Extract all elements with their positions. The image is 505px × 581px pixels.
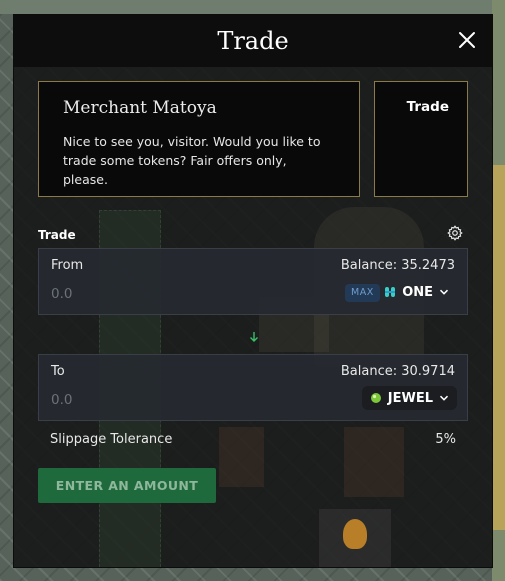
world-path-strip: [0, 0, 505, 14]
world-right-edge: [492, 0, 505, 581]
scene-barrel-left: [219, 427, 264, 487]
chevron-down-icon: [439, 287, 449, 297]
modal-title: Trade: [217, 27, 289, 55]
merchant-name: Merchant Matoya: [63, 98, 217, 118]
settings-button[interactable]: [446, 224, 464, 242]
chevron-down-icon: [439, 393, 449, 403]
to-amount-input[interactable]: [51, 389, 251, 411]
close-button[interactable]: [454, 27, 480, 53]
enter-amount-button[interactable]: ENTER AN AMOUNT: [38, 468, 216, 503]
swap-direction-button[interactable]: [248, 328, 260, 342]
harmony-one-icon: [385, 287, 396, 297]
arrow-down-icon: [250, 332, 258, 342]
trade-section-label: Trade: [38, 228, 76, 242]
to-token-selector[interactable]: JEWEL: [361, 386, 457, 410]
mode-trade-label[interactable]: Trade: [407, 99, 449, 115]
merchant-dialog-card: Merchant Matoya Nice to see you, visitor…: [38, 81, 360, 197]
scene-barrel-right: [344, 427, 404, 497]
world-sand-patch: [492, 165, 505, 530]
close-icon: [459, 32, 475, 48]
mode-selector-card[interactable]: Trade: [374, 81, 468, 197]
scene-brazier: [317, 507, 393, 567]
gear-icon: [447, 225, 463, 241]
from-label: From: [51, 258, 84, 273]
slippage-value[interactable]: 5%: [435, 432, 456, 447]
to-token-symbol: JEWEL: [387, 390, 433, 406]
to-label: To: [51, 364, 65, 379]
from-token-selector[interactable]: ONE: [376, 280, 457, 304]
from-token-symbol: ONE: [402, 284, 433, 300]
from-token-panel: From Balance: 35.2473 MAX ONE: [38, 248, 468, 315]
to-balance: Balance: 30.9714: [340, 364, 455, 379]
to-token-panel: To Balance: 30.9714 JEWEL: [38, 354, 468, 421]
trade-modal: Trade Merchant Matoya Nice to see you, v…: [14, 15, 492, 567]
jewel-gem-icon: [370, 393, 381, 403]
merchant-greeting: Nice to see you, visitor. Would you like…: [63, 134, 321, 187]
modal-header: Trade: [14, 15, 492, 67]
slippage-label: Slippage Tolerance: [50, 432, 173, 447]
max-button[interactable]: MAX: [345, 284, 380, 302]
from-amount-input[interactable]: [51, 283, 251, 305]
from-balance: Balance: 35.2473: [340, 258, 455, 273]
